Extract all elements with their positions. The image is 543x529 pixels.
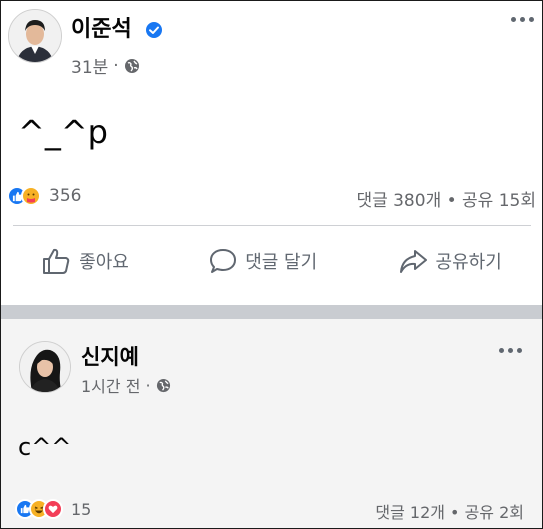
comment-label[interactable]: 댓글 달기: [245, 248, 317, 274]
post-meta: 31분 ·: [71, 53, 140, 78]
verified-badge-icon: [146, 22, 163, 38]
divider: [13, 225, 531, 226]
more-options-icon[interactable]: [511, 17, 534, 22]
feed-separator: [1, 305, 542, 319]
care-reaction-icon: [21, 186, 41, 206]
comment-icon: [210, 249, 237, 273]
reactions-summary[interactable]: 15: [15, 499, 91, 519]
globe-icon: [124, 58, 139, 73]
author-name-text[interactable]: 이준석: [71, 17, 132, 42]
avatar-portrait-icon: [20, 342, 70, 392]
avatar[interactable]: [19, 341, 71, 393]
love-reaction-icon: [43, 499, 63, 519]
avatar[interactable]: [8, 9, 62, 63]
post-time[interactable]: 31분: [71, 53, 108, 78]
screenshot-frame: 이준석 31분 · ^_^p 356 댓글 380개 • 공유 15회 좋아요 …: [0, 0, 543, 529]
meta-separator: ·: [145, 375, 151, 395]
share-label[interactable]: 공유하기: [436, 248, 502, 274]
thumbs-up-icon: [43, 248, 70, 274]
post-content: c^^: [18, 433, 72, 461]
post-time[interactable]: 1시간 전: [81, 373, 140, 397]
like-label[interactable]: 좋아요: [79, 248, 129, 274]
post-lee-junseok: 이준석 31분 · ^_^p 356 댓글 380개 • 공유 15회 좋아요 …: [1, 1, 542, 301]
comment-button[interactable]: 댓글 달기: [209, 247, 317, 275]
share-button[interactable]: 공유하기: [398, 247, 502, 275]
meta-separator: ·: [113, 55, 119, 76]
reactions-summary[interactable]: 356: [7, 186, 81, 206]
post-meta: 1시간 전 ·: [81, 373, 171, 397]
avatar-portrait-icon: [9, 10, 61, 62]
comments-shares-count[interactable]: 댓글 12개 • 공유 2회: [375, 499, 524, 523]
share-arrow-icon: [399, 250, 427, 273]
author-name[interactable]: 이준석: [71, 11, 163, 43]
post-content: ^_^p: [18, 113, 108, 151]
like-button[interactable]: 좋아요: [41, 247, 129, 275]
reaction-icons: [15, 499, 63, 519]
comments-shares-count[interactable]: 댓글 380개 • 공유 15회: [356, 186, 536, 211]
reactions-count[interactable]: 15: [71, 500, 91, 519]
more-options-icon[interactable]: [499, 348, 522, 353]
post-shin-jiye: 신지예 1시간 전 · c^^ 15 댓글 12개 • 공유 2회: [1, 319, 542, 528]
globe-icon: [156, 378, 170, 392]
reactions-count[interactable]: 356: [49, 186, 81, 206]
reaction-icons: [7, 186, 41, 206]
post-action-bar: 좋아요 댓글 달기 공유하기: [1, 243, 542, 279]
author-name[interactable]: 신지예: [81, 341, 139, 371]
